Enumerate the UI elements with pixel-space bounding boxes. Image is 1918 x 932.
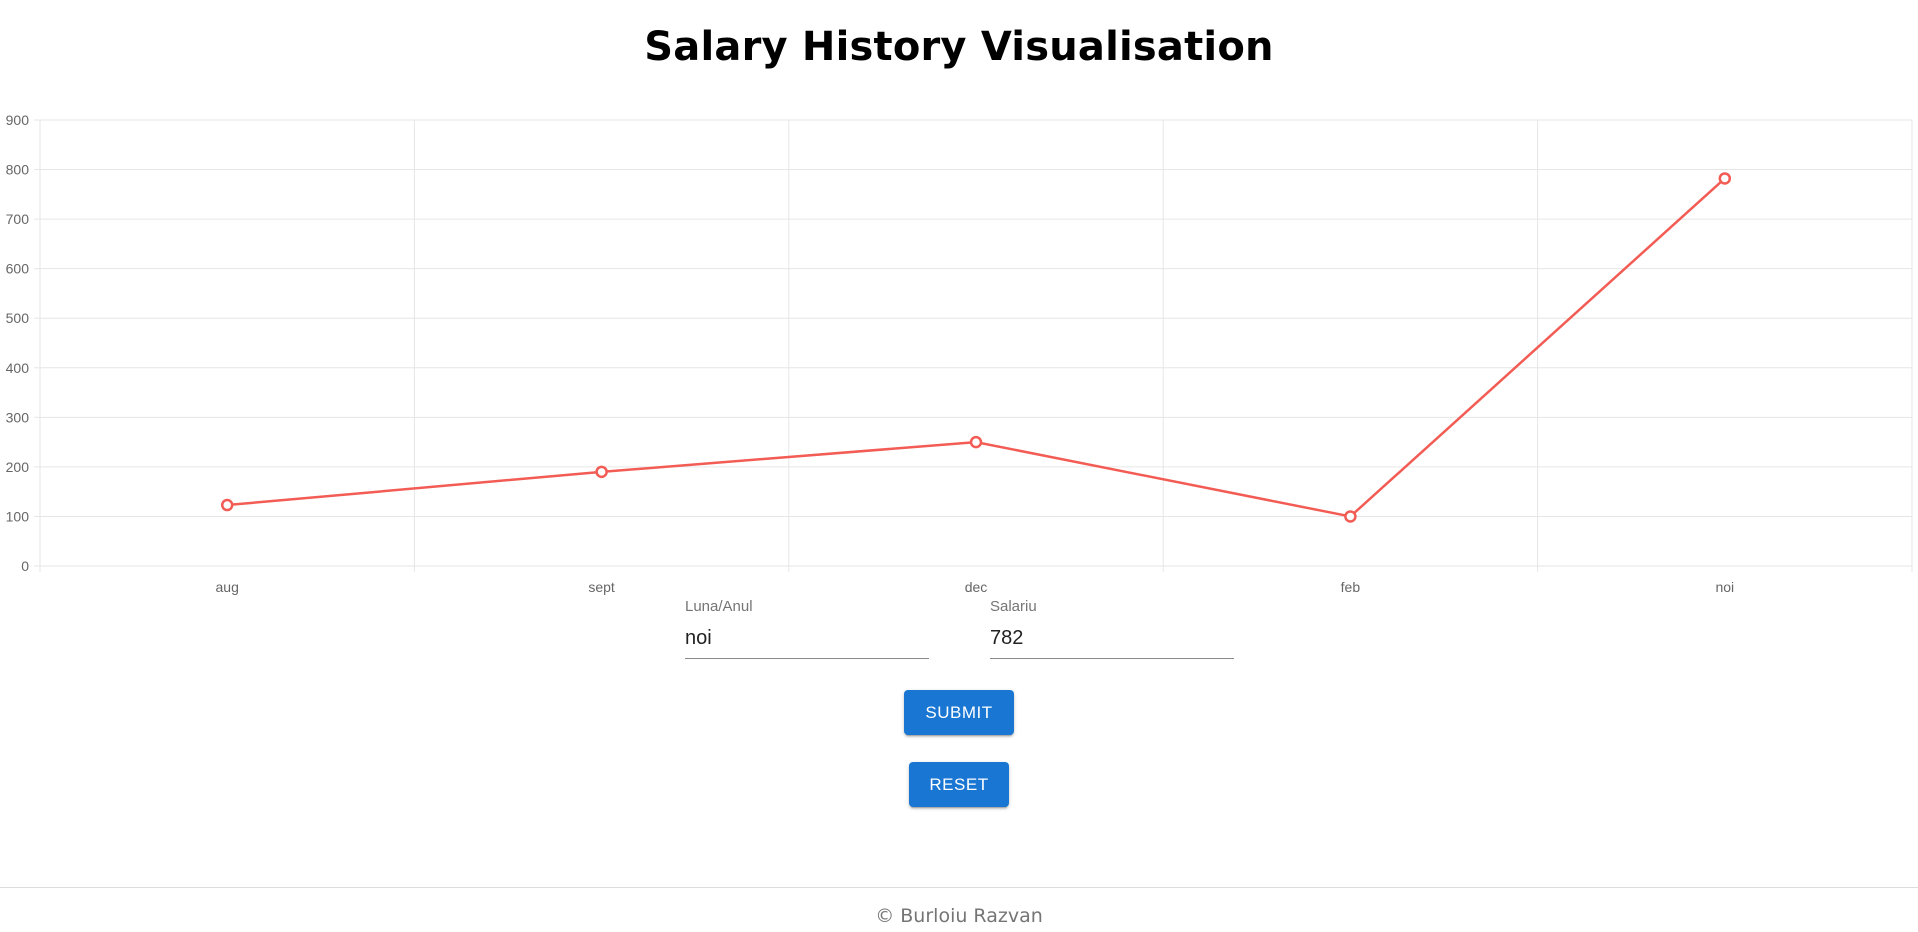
x-tick-label: feb [1341,579,1361,595]
month-input[interactable] [685,623,929,659]
month-field-label: Luna/Anul [685,598,753,615]
data-point [969,435,983,449]
series-line [227,177,1726,518]
y-tick-label: 600 [6,261,30,277]
data-point [595,465,608,479]
reset-button[interactable]: RESET [909,762,1009,807]
month-field: Luna/Anul [685,598,929,659]
y-tick-label: 0 [21,558,29,574]
salary-field: Salariu [990,598,1234,659]
page-title: Salary History Visualisation [644,24,1274,70]
x-tick-label: dec [965,579,988,595]
data-point [220,498,234,512]
y-tick-label: 400 [6,360,30,376]
data-point [1718,172,1732,185]
y-tick-label: 500 [6,310,30,326]
salary-input[interactable] [990,623,1234,659]
x-tick-label: noi [1715,579,1734,595]
y-tick-label: 100 [6,508,30,524]
footer-divider [0,887,1918,888]
y-tick-label: 800 [6,162,30,178]
submit-button[interactable]: SUBMIT [904,690,1014,735]
page: Salary History Visualisation 0 100 200 300 4… [0,0,1918,932]
y-tick-label: 200 [6,459,30,475]
x-tick-label: aug [216,579,239,595]
salary-line-chart: 0 100 200 300 400 500 600 700 800 900 aug sept dec fe… [6,112,1913,595]
x-tick-label: sept [588,579,615,595]
y-tick-label: 900 [6,112,30,128]
footer-copyright: © Burloiu Razvan [875,905,1043,927]
salary-field-label: Salariu [990,598,1037,615]
data-point [1344,510,1357,523]
y-tick-label: 700 [6,211,30,227]
y-tick-label: 300 [6,409,30,425]
